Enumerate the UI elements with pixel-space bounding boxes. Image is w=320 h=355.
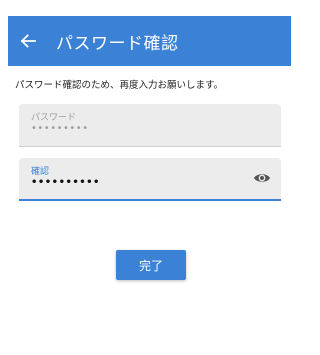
app-bar: パスワード確認 [8, 16, 291, 66]
instruction-text: パスワード確認のため、再度入力お願いします。 [15, 80, 224, 91]
confirm-password-field[interactable]: 確認 •••••••••• [19, 158, 281, 201]
back-button[interactable] [8, 16, 48, 66]
done-button[interactable]: 完了 [116, 250, 186, 280]
arrow-left-icon [20, 33, 36, 49]
password-field: パスワード ••••••••• [19, 104, 281, 147]
eye-icon[interactable] [253, 171, 271, 185]
confirm-field-label: 確認 [31, 167, 50, 177]
password-field-label: パスワード [31, 113, 77, 123]
password-confirm-screen: パスワード確認 パスワード確認のため、再度入力お願いします。 パスワード •••… [0, 0, 300, 355]
page-title: パスワード確認 [56, 33, 179, 54]
password-field-value: ••••••••• [31, 123, 89, 134]
confirm-field-value[interactable]: •••••••••• [31, 177, 100, 188]
